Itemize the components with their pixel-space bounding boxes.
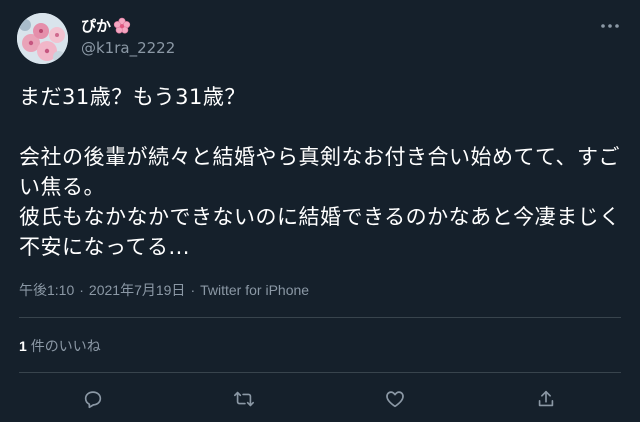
cherry-blossom-icon	[113, 17, 131, 35]
tweet-card: ぴか @k1ra_2222 まだ31歳？もう31歳？ 会社の後輩が続々と結婚やら…	[0, 0, 640, 422]
divider	[19, 317, 621, 318]
user-handle[interactable]: @k1ra_2222	[81, 38, 175, 58]
more-options-icon[interactable]	[598, 14, 622, 38]
share-button[interactable]	[533, 386, 559, 412]
display-name[interactable]: ぴか	[81, 16, 111, 36]
tweet-meta: 午後1:10 · 2021年7月19日 · Twitter for iPhone	[19, 280, 309, 300]
action-bar	[0, 384, 640, 414]
reply-icon	[84, 391, 102, 409]
divider	[19, 372, 621, 373]
meta-separator: ·	[79, 282, 84, 298]
meta-separator: ·	[190, 282, 196, 298]
like-button[interactable]	[382, 386, 408, 412]
reply-button[interactable]	[80, 386, 106, 412]
tweet-text: まだ31歳？もう31歳？ 会社の後輩が続々と結婚やら真剣なお付き合い始めてて、す…	[19, 85, 621, 259]
likes-stat[interactable]: 1 件のいいね	[19, 336, 101, 356]
likes-count: 1	[19, 338, 27, 354]
tweet-time[interactable]: 午後1:10	[19, 280, 74, 300]
retweet-icon	[234, 391, 254, 407]
tweet-date[interactable]: 2021年7月19日	[89, 280, 186, 300]
user-info: ぴか @k1ra_2222	[81, 16, 175, 58]
retweet-button[interactable]	[231, 386, 257, 412]
display-name-row: ぴか	[81, 16, 175, 36]
like-icon	[386, 391, 404, 408]
avatar[interactable]	[17, 13, 68, 64]
flower-avatar-image	[17, 13, 68, 64]
share-icon	[538, 390, 554, 407]
tweet-source[interactable]: Twitter for iPhone	[200, 280, 309, 300]
likes-label: 件のいいね	[30, 338, 101, 354]
